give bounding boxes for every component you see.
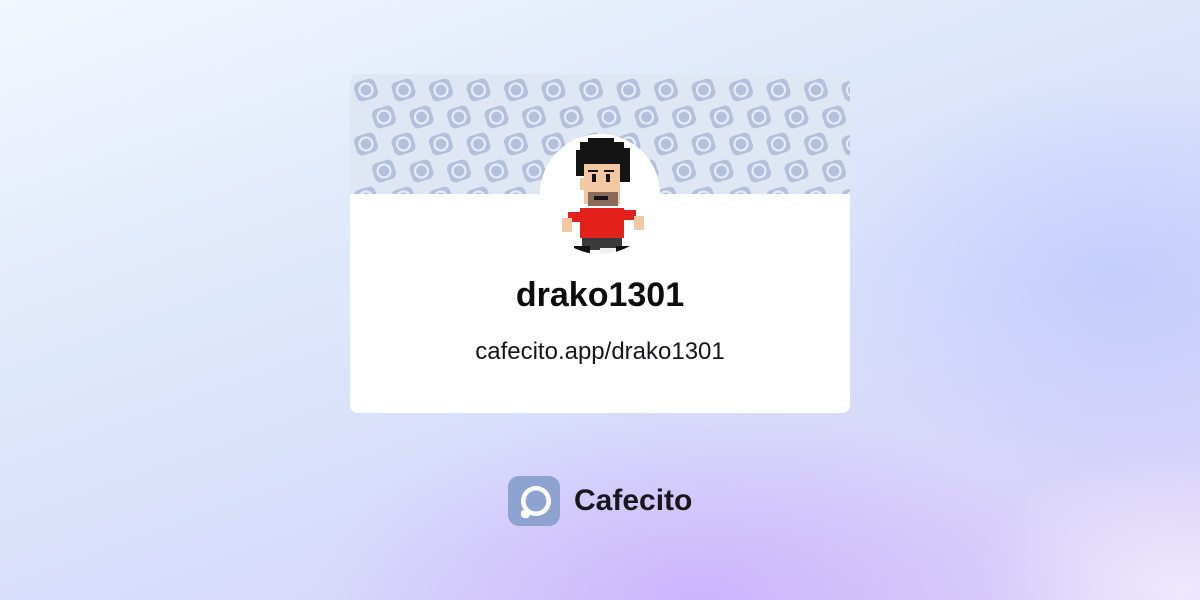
cafecito-logo-icon [508,476,560,526]
username: drako1301 [515,276,685,314]
brand[interactable]: Cafecito [508,476,692,526]
profile-link[interactable]: cafecito.app/drako1301 [350,338,850,366]
profile-card: drako1301 cafecito.app/drako1301 [350,74,850,413]
brand-name: Cafecito [574,484,693,517]
avatar [540,134,660,254]
